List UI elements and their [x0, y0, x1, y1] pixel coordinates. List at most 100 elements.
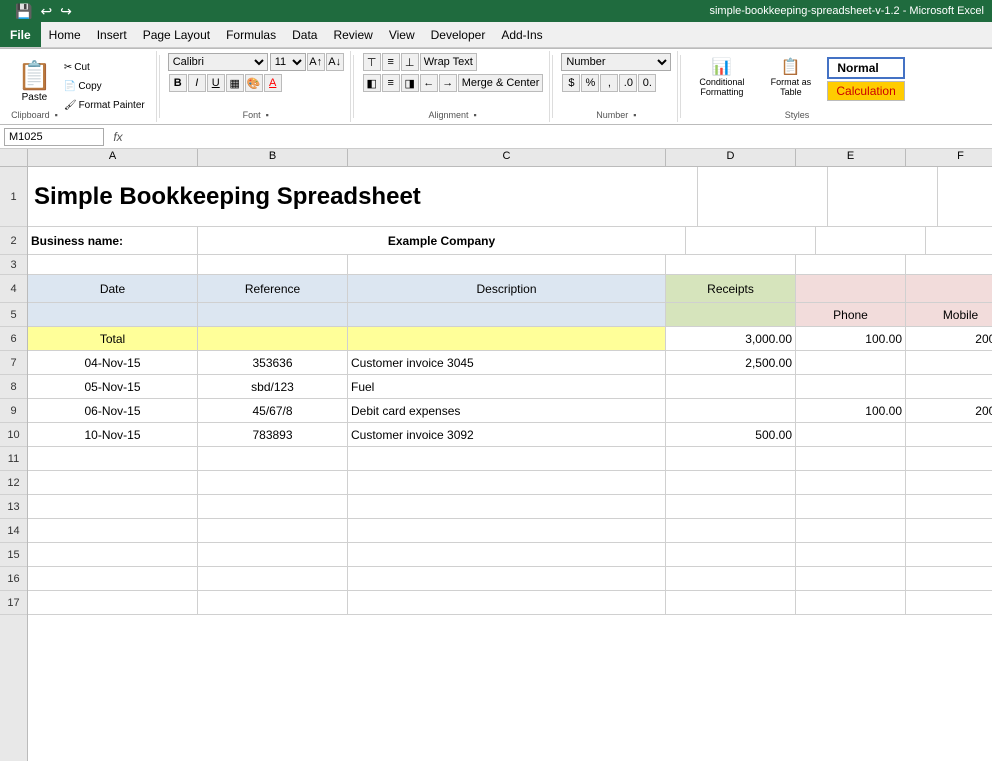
cell-e8[interactable] — [796, 375, 906, 398]
cell-f16[interactable] — [906, 567, 992, 590]
align-left-btn[interactable]: ◧ — [363, 74, 381, 92]
conditional-formatting-btn[interactable]: 📊 Conditional Formatting — [689, 57, 754, 97]
cell-b15[interactable] — [198, 543, 348, 566]
font-shrink-btn[interactable]: A↓ — [326, 53, 344, 71]
cell-e2[interactable] — [816, 227, 926, 254]
cell-c17[interactable] — [348, 591, 666, 614]
copy-button[interactable]: 📄 Copy — [59, 78, 150, 96]
cell-d6[interactable]: 3,000.00 — [666, 327, 796, 350]
cell-a9[interactable]: 06-Nov-15 — [28, 399, 198, 422]
cell-c7[interactable]: Customer invoice 3045 — [348, 351, 666, 374]
cell-a8[interactable]: 05-Nov-15 — [28, 375, 198, 398]
cell-d17[interactable] — [666, 591, 796, 614]
cell-b8[interactable]: sbd/123 — [198, 375, 348, 398]
cell-d4[interactable]: Receipts — [666, 275, 796, 302]
cell-e5[interactable]: Phone — [796, 303, 906, 326]
cell-c6[interactable] — [348, 327, 666, 350]
cell-e12[interactable] — [796, 471, 906, 494]
cell-e9[interactable]: 100.00 — [796, 399, 906, 422]
cell-a2[interactable]: Business name: — [28, 227, 198, 254]
align-right-btn[interactable]: ◨ — [401, 74, 419, 92]
cell-d14[interactable] — [666, 519, 796, 542]
cell-c10[interactable]: Customer invoice 3092 — [348, 423, 666, 446]
cell-c12[interactable] — [348, 471, 666, 494]
cell-c8[interactable]: Fuel — [348, 375, 666, 398]
cell-c4[interactable]: Description — [348, 275, 666, 302]
format-painter-button[interactable]: 🖌 Format Painter — [59, 97, 150, 115]
cell-c14[interactable] — [348, 519, 666, 542]
cell-c16[interactable] — [348, 567, 666, 590]
cell-b14[interactable] — [198, 519, 348, 542]
redo-qat-btn[interactable]: ↪ — [57, 3, 75, 20]
cell-e1[interactable] — [828, 167, 938, 226]
cell-c9[interactable]: Debit card expenses — [348, 399, 666, 422]
cell-d9[interactable] — [666, 399, 796, 422]
cell-a4[interactable]: Date — [28, 275, 198, 302]
align-bottom-btn[interactable]: ⊥ — [401, 53, 419, 71]
col-header-e[interactable]: E — [796, 149, 906, 166]
cell-e6[interactable]: 100.00 — [796, 327, 906, 350]
cell-b5[interactable] — [198, 303, 348, 326]
cell-e17[interactable] — [796, 591, 906, 614]
cell-a3[interactable] — [28, 255, 198, 274]
number-format-select[interactable]: Number — [561, 53, 671, 71]
cell-a6[interactable]: Total — [28, 327, 198, 350]
menu-page-layout[interactable]: Page Layout — [135, 26, 218, 44]
indent-decrease-btn[interactable]: ← — [420, 74, 438, 92]
cell-f7[interactable] — [906, 351, 992, 374]
font-color-button[interactable]: A — [264, 74, 282, 92]
cell-a10[interactable]: 10-Nov-15 — [28, 423, 198, 446]
menu-insert[interactable]: Insert — [89, 26, 135, 44]
cell-a1[interactable]: Simple Bookkeeping Spreadsheet — [28, 167, 698, 226]
cell-a12[interactable] — [28, 471, 198, 494]
comma-btn[interactable]: , — [600, 74, 618, 92]
cell-f13[interactable] — [906, 495, 992, 518]
cell-f8[interactable] — [906, 375, 992, 398]
cell-f11[interactable] — [906, 447, 992, 470]
align-middle-btn[interactable]: ≡ — [382, 53, 400, 71]
calculation-style[interactable]: Calculation — [827, 81, 904, 101]
cell-e7[interactable] — [796, 351, 906, 374]
cell-d8[interactable] — [666, 375, 796, 398]
cell-f5[interactable]: Mobile — [906, 303, 992, 326]
cell-f14[interactable] — [906, 519, 992, 542]
italic-button[interactable]: I — [188, 74, 206, 92]
cell-a14[interactable] — [28, 519, 198, 542]
menu-view[interactable]: View — [381, 26, 423, 44]
cell-c13[interactable] — [348, 495, 666, 518]
menu-add-ins[interactable]: Add-Ins — [493, 26, 550, 44]
font-name-select[interactable]: Calibri — [168, 53, 268, 71]
underline-button[interactable]: U — [207, 74, 225, 92]
cell-a5[interactable] — [28, 303, 198, 326]
cell-b11[interactable] — [198, 447, 348, 470]
menu-data[interactable]: Data — [284, 26, 325, 44]
col-header-d[interactable]: D — [666, 149, 796, 166]
indent-increase-btn[interactable]: → — [439, 74, 457, 92]
cell-c15[interactable] — [348, 543, 666, 566]
file-menu-btn[interactable]: File — [0, 22, 41, 47]
cell-d2[interactable] — [686, 227, 816, 254]
decimal-decrease-btn[interactable]: 0. — [638, 74, 656, 92]
cell-b16[interactable] — [198, 567, 348, 590]
menu-formulas[interactable]: Formulas — [218, 26, 284, 44]
cell-b17[interactable] — [198, 591, 348, 614]
cell-reference-box[interactable] — [4, 128, 104, 146]
col-header-a[interactable]: A — [28, 149, 198, 166]
border-button[interactable]: ▦ — [226, 74, 244, 92]
cell-a13[interactable] — [28, 495, 198, 518]
cell-b9[interactable]: 45/67/8 — [198, 399, 348, 422]
menu-home[interactable]: Home — [41, 26, 89, 44]
menu-review[interactable]: Review — [325, 26, 380, 44]
save-qat-btn[interactable]: 💾 — [12, 3, 35, 20]
paste-button[interactable]: 📋 Paste — [10, 53, 59, 108]
cell-f15[interactable] — [906, 543, 992, 566]
cell-e3[interactable] — [796, 255, 906, 274]
bold-button[interactable]: B — [169, 74, 187, 92]
cell-b2[interactable]: Example Company — [198, 227, 686, 254]
cell-a7[interactable]: 04-Nov-15 — [28, 351, 198, 374]
cell-c5[interactable] — [348, 303, 666, 326]
currency-btn[interactable]: $ — [562, 74, 580, 92]
merge-center-btn[interactable]: Merge & Center — [458, 74, 544, 92]
cell-f6[interactable]: 200.00 — [906, 327, 992, 350]
cell-e4[interactable] — [796, 275, 906, 302]
